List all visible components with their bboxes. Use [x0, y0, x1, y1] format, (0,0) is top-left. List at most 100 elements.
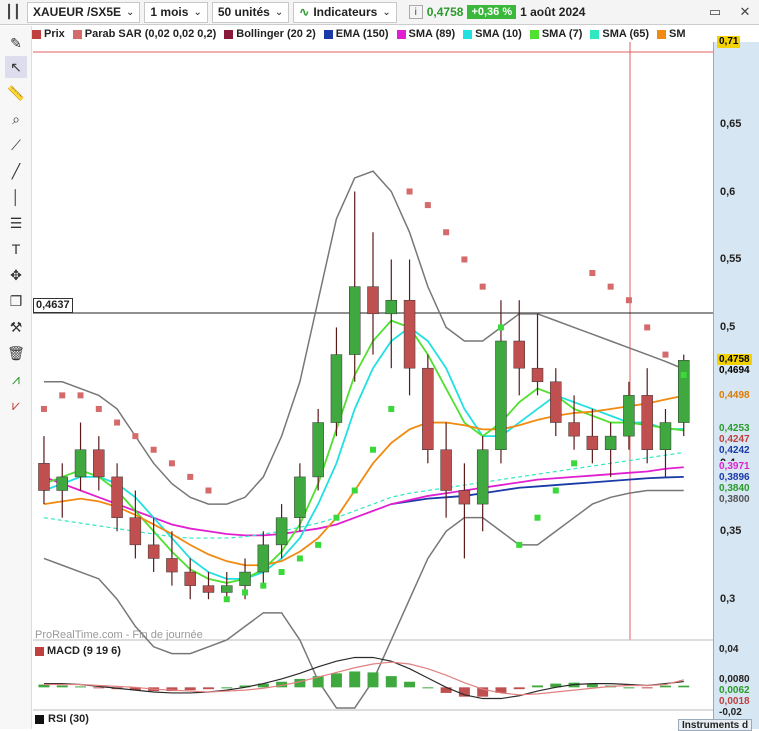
legend-item[interactable]: SMA (89) — [396, 28, 456, 40]
sar-dot — [205, 487, 212, 494]
y-tick-label: 0,65 — [720, 117, 742, 130]
last-price: 0,4758 — [426, 5, 464, 19]
macd-bar — [513, 687, 525, 690]
legend-swatch — [396, 29, 406, 39]
legend-item[interactable]: SM — [657, 28, 686, 40]
macd-bar — [678, 685, 690, 688]
legend-item[interactable]: SMA (7) — [529, 28, 583, 40]
fibonacci-icon[interactable]: ☰ — [5, 212, 27, 234]
candle-body — [422, 367, 434, 450]
legend-item[interactable]: Bollinger (20 2) — [224, 28, 316, 40]
copy-icon[interactable]: ❐ — [5, 290, 27, 312]
symbol-selector[interactable]: XAUEUR /SX5E ⌄ — [27, 1, 141, 23]
candle-body — [586, 435, 599, 450]
info-icon[interactable]: i — [408, 5, 423, 19]
legend-swatch — [529, 29, 539, 39]
date-label: 1 août 2024 — [520, 5, 586, 19]
units-selector[interactable]: 50 unités ⌄ — [211, 1, 290, 23]
candle-body — [495, 340, 507, 450]
candle-body — [513, 340, 525, 369]
indicators-icon: ∿ — [299, 5, 310, 19]
candle-body — [678, 360, 690, 423]
macd-line — [43, 656, 684, 700]
period-selector[interactable]: 1 mois ⌄ — [144, 1, 208, 23]
candle-body — [458, 490, 471, 505]
candle-body — [56, 476, 68, 491]
candle-body — [239, 571, 251, 586]
legend-swatch — [463, 29, 473, 39]
y-tick-label: 0,6 — [720, 185, 736, 198]
toolbar: ┃┃ XAUEUR /SX5E ⌄ 1 mois ⌄ 50 unités ⌄ ∿ Ind… — [0, 0, 759, 25]
candle-body — [641, 395, 653, 450]
legend-item[interactable]: Prix — [32, 28, 65, 40]
sar-dot — [333, 514, 340, 521]
vertical-line-icon[interactable]: │ — [5, 186, 27, 208]
legend-swatch — [590, 29, 600, 39]
candle-body — [202, 585, 215, 593]
sar-dot — [571, 460, 578, 467]
ruler-icon[interactable]: 📏 — [5, 82, 27, 104]
move-icon[interactable]: ✥ — [5, 264, 27, 286]
sar-dot — [168, 460, 175, 467]
indicator-down-icon[interactable]: ⩗ — [5, 394, 27, 416]
sar-dot — [461, 256, 468, 263]
indicators-button[interactable]: ∿ Indicateurs ⌄ — [293, 1, 397, 23]
sar-dot — [552, 487, 559, 494]
candle-body — [294, 476, 306, 518]
drawing-toolbar: ✎ ↖ 📏 ⌕ ⟋ ╱ │ ☰ T ✥ ❐ ⚒ 🗑 ⩘ ⩗ — [0, 26, 32, 729]
candle-body — [129, 517, 142, 546]
legend-label: EMA (150) — [335, 28, 389, 40]
maximize-icon[interactable]: ▭ — [705, 2, 725, 22]
legend-item[interactable]: EMA (150) — [323, 28, 389, 40]
chart-type-icon[interactable]: ┃┃ — [3, 2, 23, 22]
close-icon[interactable]: ✕ — [735, 2, 755, 22]
candle-body — [385, 299, 398, 315]
y-tick-label: 0,55 — [720, 253, 742, 266]
legend-item[interactable]: Parab SAR (0,02 0,02 0,2) — [72, 28, 216, 40]
series-line — [391, 476, 684, 505]
sar-dot — [370, 446, 376, 453]
trash-icon[interactable]: 🗑 — [5, 342, 27, 364]
segment-icon[interactable]: ⟋ — [5, 134, 27, 156]
macd-legend: MACD (9 19 6) — [35, 645, 121, 657]
legend-label: SMA (89) — [408, 28, 456, 40]
instruments-tab[interactable]: Instruments d — [678, 719, 753, 731]
sar-dot — [534, 514, 541, 521]
zoom-icon[interactable]: ⌕ — [5, 108, 27, 130]
macd-bar — [184, 687, 196, 691]
pencil-icon[interactable]: ✎ — [5, 32, 27, 54]
chevron-down-icon: ⌄ — [193, 6, 202, 18]
rsi-legend: RSI (30) — [35, 713, 89, 725]
sar-dot — [40, 405, 47, 412]
settings-icon[interactable]: ⚒ — [5, 316, 27, 338]
sar-dot — [589, 270, 596, 277]
macd-bar — [221, 687, 233, 689]
candle-body — [403, 299, 416, 369]
sar-dot — [187, 473, 194, 480]
candle-body — [476, 449, 489, 505]
sar-dot — [388, 405, 395, 412]
sar-dot — [443, 229, 450, 236]
y-tick-label: 0,35 — [720, 525, 742, 538]
chart-plot[interactable] — [33, 42, 713, 729]
sar-dot — [497, 324, 504, 331]
pointer-icon[interactable]: ↖ — [5, 56, 27, 78]
rsi-swatch — [35, 714, 44, 724]
text-icon[interactable]: T — [5, 238, 27, 260]
line-icon[interactable]: ╱ — [5, 160, 27, 182]
legend-label: SMA (7) — [541, 28, 583, 40]
candle-body — [184, 571, 196, 586]
price-badge: 0,3800 — [717, 494, 752, 507]
sar-dot — [77, 392, 84, 399]
candle-body — [348, 286, 361, 355]
change-badge: +0,36 % — [467, 5, 517, 19]
candle-body — [74, 449, 87, 478]
sar-dot — [95, 405, 102, 412]
legend-item[interactable]: SMA (10) — [463, 28, 522, 40]
candle-body — [604, 435, 617, 450]
macd-bar — [367, 672, 379, 688]
macd-label: MACD (9 19 6) — [47, 645, 121, 657]
legend-item[interactable]: SMA (65) — [590, 28, 649, 40]
sar-dot — [59, 392, 66, 399]
indicator-up-icon[interactable]: ⩘ — [5, 368, 27, 390]
